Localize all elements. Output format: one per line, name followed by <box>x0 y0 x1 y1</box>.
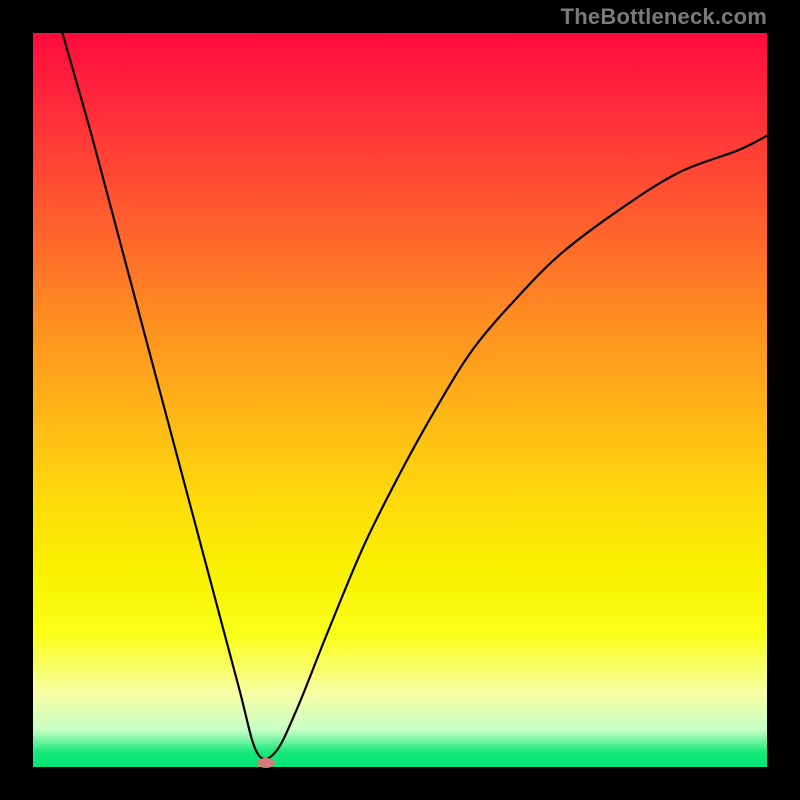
chart-frame: TheBottleneck.com <box>0 0 800 800</box>
watermark-text: TheBottleneck.com <box>33 4 767 30</box>
plot-gradient-area <box>33 33 767 767</box>
